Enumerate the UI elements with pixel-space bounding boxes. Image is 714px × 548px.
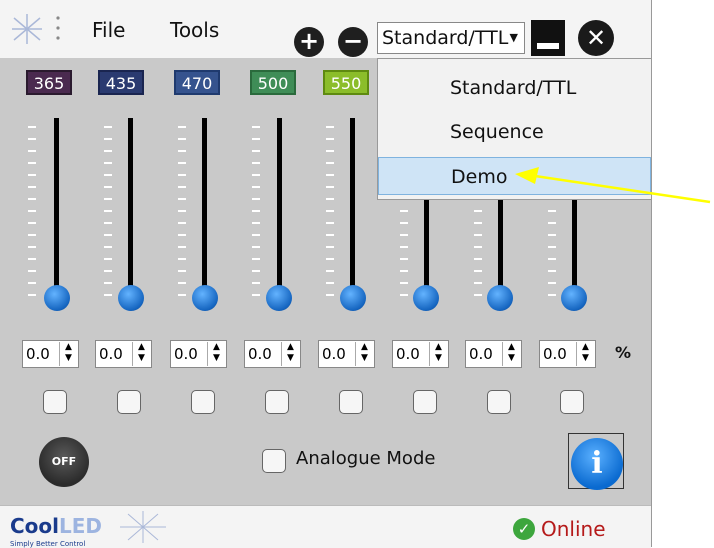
dropdown-option-sequence[interactable]: Sequence [378, 113, 651, 151]
intensity-spinbox[interactable]: 0.0 ▲ ▼ [170, 340, 227, 368]
slider-handle[interactable] [118, 285, 144, 311]
slider-ticks [178, 126, 186, 296]
channel-checkbox[interactable] [191, 390, 215, 414]
channel-checkbox[interactable] [487, 390, 511, 414]
slider-ticks [104, 126, 112, 296]
chevron-down-icon: ▼ [509, 31, 518, 44]
slider-ticks [28, 126, 36, 296]
intensity-spinbox[interactable]: 0.0 ▲ ▼ [539, 340, 596, 368]
intensity-spinbox[interactable]: 0.0 ▲ ▼ [95, 340, 152, 368]
slider-track[interactable] [54, 118, 59, 296]
spin-arrows-icon[interactable]: ▲ ▼ [281, 342, 299, 366]
intensity-value: 0.0 [322, 345, 346, 363]
spin-arrows-icon[interactable]: ▲ ▼ [207, 342, 225, 366]
percent-unit-label: % [615, 343, 632, 362]
logo-starburst-icon [120, 511, 166, 543]
remove-icon[interactable]: − [338, 27, 368, 57]
spin-arrows-icon[interactable]: ▲ ▼ [429, 342, 447, 366]
drag-handle-icon[interactable] [56, 14, 60, 42]
channel-checkbox[interactable] [117, 390, 141, 414]
connection-status: Online [541, 517, 606, 541]
channel-checkbox[interactable] [339, 390, 363, 414]
slider-track[interactable] [277, 118, 282, 296]
spin-arrows-icon[interactable]: ▲ ▼ [502, 342, 520, 366]
slider-ticks [252, 126, 260, 296]
intensity-spinbox[interactable]: 0.0 ▲ ▼ [392, 340, 449, 368]
intensity-spinbox[interactable]: 0.0 ▲ ▼ [318, 340, 375, 368]
intensity-value: 0.0 [99, 345, 123, 363]
slider-handle[interactable] [413, 285, 439, 311]
mode-select[interactable]: Standard/TTL ▼ [377, 22, 525, 54]
menu-file[interactable]: File [92, 18, 125, 42]
intensity-spinbox[interactable]: 0.0 ▲ ▼ [22, 340, 79, 368]
close-icon[interactable]: ✕ [578, 20, 614, 56]
intensity-value: 0.0 [469, 345, 493, 363]
spin-arrows-icon[interactable]: ▲ ▼ [59, 342, 77, 366]
app-logo-icon [12, 14, 42, 44]
slider-handle[interactable] [44, 285, 70, 311]
channel-checkbox[interactable] [560, 390, 584, 414]
coolled-logo: CoolLED Simply Better Control [10, 514, 103, 548]
status-bar: CoolLED Simply Better Control ✓ Online [0, 505, 651, 548]
slider-handle[interactable] [487, 285, 513, 311]
info-icon[interactable]: i [571, 438, 623, 490]
add-icon[interactable]: + [294, 27, 324, 57]
minimize-button[interactable] [531, 20, 565, 56]
spin-arrows-icon[interactable]: ▲ ▼ [132, 342, 150, 366]
minimize-icon [537, 43, 559, 49]
slider-handle[interactable] [340, 285, 366, 311]
spin-arrows-icon[interactable]: ▲ ▼ [576, 342, 594, 366]
check-circle-icon: ✓ [513, 518, 535, 540]
intensity-value: 0.0 [396, 345, 420, 363]
slider-handle[interactable] [192, 285, 218, 311]
dropdown-option-standard-ttl[interactable]: Standard/TTL [378, 69, 651, 107]
wavelength-chip: 435 [98, 70, 144, 95]
annotation-arrow-icon [515, 167, 711, 204]
channel-checkbox[interactable] [43, 390, 67, 414]
intensity-value: 0.0 [26, 345, 50, 363]
intensity-spinbox[interactable]: 0.0 ▲ ▼ [244, 340, 301, 368]
analogue-mode-label: Analogue Mode [296, 448, 436, 469]
wavelength-chip: 500 [250, 70, 296, 95]
app-window: File Tools + − Standard/TTL ▼ ✕ 365 435 … [0, 0, 652, 548]
title-bar: File Tools + − Standard/TTL ▼ ✕ [0, 0, 651, 58]
slider-handle[interactable] [561, 285, 587, 311]
intensity-value: 0.0 [248, 345, 272, 363]
power-off-button[interactable]: OFF [39, 437, 89, 487]
analogue-mode-checkbox[interactable] [262, 449, 286, 473]
intensity-spinbox[interactable]: 0.0 ▲ ▼ [465, 340, 522, 368]
channel-checkbox[interactable] [265, 390, 289, 414]
slider-handle[interactable] [266, 285, 292, 311]
slider-ticks [326, 126, 334, 296]
brand-cool-text: Cool [10, 514, 60, 538]
brand-led-text: LED [59, 514, 103, 538]
slider-track[interactable] [350, 118, 355, 296]
slider-track[interactable] [202, 118, 207, 296]
intensity-value: 0.0 [174, 345, 198, 363]
wavelength-chip: 550 [323, 70, 369, 95]
mode-select-value: Standard/TTL [382, 27, 509, 49]
intensity-value: 0.0 [543, 345, 567, 363]
wavelength-chip: 365 [26, 70, 72, 95]
wavelength-chip: 470 [174, 70, 220, 95]
channel-checkbox[interactable] [413, 390, 437, 414]
slider-track[interactable] [128, 118, 133, 296]
spin-arrows-icon[interactable]: ▲ ▼ [355, 342, 373, 366]
menu-tools[interactable]: Tools [170, 18, 219, 42]
